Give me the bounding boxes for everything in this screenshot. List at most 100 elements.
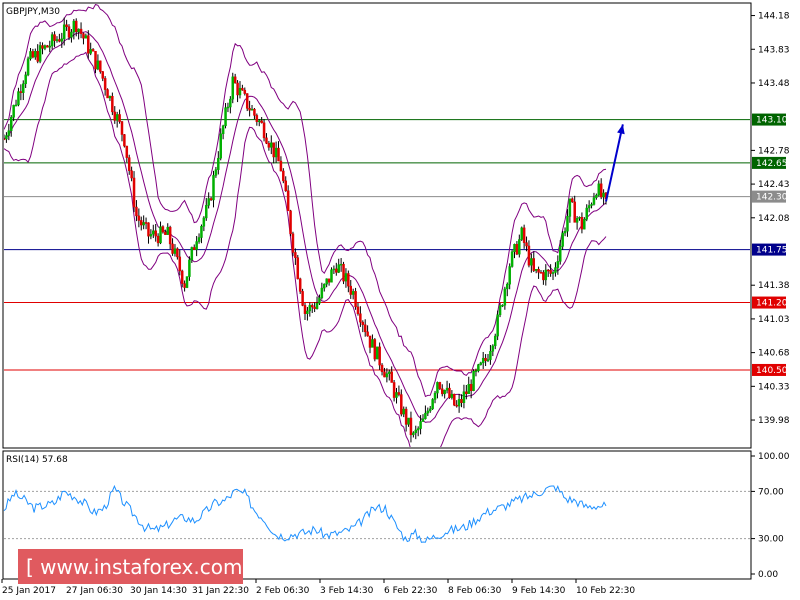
candle-body <box>527 245 531 266</box>
candle-body <box>207 198 210 206</box>
candle-body <box>315 302 319 309</box>
candle-body <box>453 393 456 406</box>
candle-body <box>539 272 543 274</box>
candle-body <box>378 346 381 366</box>
candle-body <box>486 359 490 362</box>
candle-body <box>373 339 377 360</box>
candle-body <box>17 91 20 106</box>
price-tick-label: 139.98 <box>758 416 790 426</box>
candle-body <box>597 183 601 196</box>
time-tick-label: 2 Feb 06:30 <box>256 586 310 596</box>
candle-body <box>34 51 37 58</box>
price-tick-label: 140.33 <box>758 382 790 392</box>
candle-body <box>152 230 155 235</box>
candle-body <box>219 133 222 159</box>
candle-body <box>416 428 420 431</box>
candle-body <box>106 89 109 99</box>
candle-body <box>448 387 451 398</box>
candle-body <box>561 232 564 247</box>
candle-body <box>202 217 206 227</box>
candle-body <box>404 408 408 425</box>
candle-body <box>551 272 555 274</box>
time-tick-label: 9 Feb 14:30 <box>512 586 566 596</box>
candle-body <box>496 314 499 337</box>
candle-body <box>38 45 42 62</box>
candle-body <box>291 233 295 253</box>
candle-body <box>383 371 386 378</box>
candle-body <box>438 382 442 390</box>
candle-body <box>147 222 150 237</box>
candle-body <box>296 257 300 280</box>
candle-body <box>363 324 367 333</box>
candle-body <box>515 244 519 255</box>
candle-body <box>530 258 533 266</box>
candle-body <box>156 235 160 244</box>
candle-body <box>108 95 112 99</box>
time-tick-label: 10 Feb 22:30 <box>576 586 635 596</box>
price-tick-label: 143.48 <box>758 79 790 89</box>
candle-body <box>532 258 536 271</box>
price-tick-label: 142.43 <box>758 180 790 190</box>
candle-body <box>265 137 268 144</box>
candle-body <box>74 20 78 33</box>
candle-body <box>229 98 232 108</box>
candle-body <box>7 130 11 136</box>
candle-body <box>257 120 261 123</box>
candle-body <box>36 51 39 62</box>
candle-body <box>479 362 483 365</box>
candle-body <box>5 135 8 140</box>
candle-body <box>41 45 44 49</box>
candle-body <box>566 216 569 232</box>
candle-body <box>245 93 249 109</box>
candle-body <box>231 76 235 100</box>
candle-body <box>188 259 191 277</box>
candle-body <box>24 74 27 85</box>
candle-body <box>241 87 244 91</box>
candle-body <box>306 310 309 314</box>
time-tick-label: 8 Feb 06:30 <box>448 586 502 596</box>
candle-body <box>272 142 275 158</box>
candle-body <box>330 269 333 283</box>
candle-body <box>477 364 480 372</box>
candle-body <box>323 283 326 289</box>
candle-body <box>65 24 68 27</box>
candle-body <box>62 24 66 40</box>
candle-body <box>491 345 495 352</box>
candle-body <box>433 392 437 400</box>
candle-body <box>402 408 405 415</box>
candle-body <box>397 392 401 395</box>
candle-body <box>501 304 504 307</box>
candle-body <box>489 351 492 360</box>
candle-body <box>455 404 458 407</box>
candle-body <box>43 45 47 49</box>
candle-body <box>426 410 430 414</box>
candle-body <box>375 346 379 360</box>
candle-body <box>224 107 227 127</box>
candle-body <box>248 108 251 111</box>
rsi-tick-label: 30.00 <box>758 535 784 545</box>
candle-body <box>48 45 52 48</box>
candle-body <box>544 269 548 281</box>
rsi-tick-label: 70.00 <box>758 487 784 497</box>
candle-body <box>412 432 415 436</box>
watermark-text: [ www.instaforex.com ] <box>26 555 257 579</box>
candle-body <box>351 291 355 295</box>
candle-body <box>563 230 567 234</box>
candle-body <box>171 243 174 254</box>
candle-body <box>103 78 107 90</box>
candle-body <box>173 248 177 254</box>
candle-body <box>385 373 389 378</box>
candle-body <box>313 306 316 309</box>
candle-body <box>318 297 321 304</box>
candle-body <box>84 35 88 39</box>
candle-body <box>267 143 271 148</box>
candle-body <box>176 248 179 258</box>
candle-body <box>19 91 23 93</box>
candle-body <box>9 117 13 131</box>
chart-background <box>0 0 800 600</box>
candle-body <box>356 306 360 315</box>
candle-body <box>149 233 153 237</box>
candle-body <box>339 263 343 266</box>
candle-body <box>115 114 119 121</box>
candle-body <box>344 273 348 282</box>
